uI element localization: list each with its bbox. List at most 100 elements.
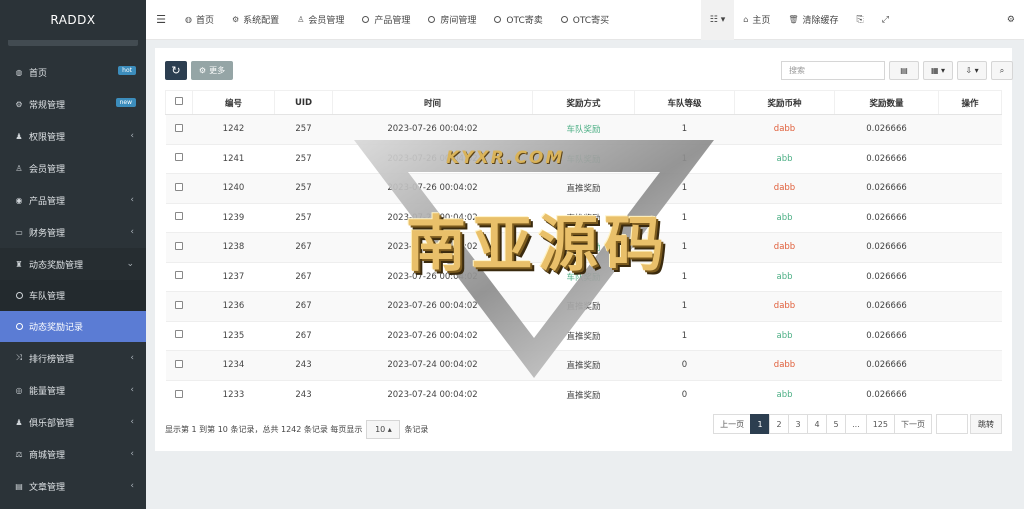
row-checkbox[interactable] (175, 330, 183, 339)
column-header[interactable]: 编号 (192, 90, 275, 115)
sidebar-subitem[interactable]: 动态奖励记录 (0, 311, 146, 342)
top-tab[interactable]: 房间管理 (419, 0, 485, 40)
table-row[interactable]: 1241 257 2023-07-26 00:04:02 车队奖励 1 abb 0.0266… (165, 143, 1002, 174)
cell-coin: dabb (734, 114, 835, 144)
row-checkbox[interactable] (175, 212, 183, 221)
cell-method: 直推奖励 (532, 202, 635, 233)
table-row[interactable]: 1237 267 2023-07-26 00:04:02 车队奖励 1 abb 0.0266… (165, 261, 1002, 292)
sidebar-search[interactable] (8, 40, 138, 46)
chevron-icon: ⌄ (126, 259, 134, 269)
column-header[interactable]: 车队等级 (634, 90, 735, 115)
sidebar-item[interactable]: ♟ 权限管理 ‹ (0, 120, 146, 152)
page-button[interactable]: ... (845, 414, 867, 434)
sidebar-item[interactable]: ⤨ 排行榜管理 ‹ (0, 342, 146, 374)
sidebar: RADDX ◍ 首页 hot ⚙ 常规管理 new ♟ 权限管理 ‹ ♙ 会员管理 ◉ 产品管理 ‹ ▭ 财务… (0, 0, 146, 509)
row-checkbox-cell (165, 114, 193, 144)
select-all-checkbox[interactable] (175, 97, 183, 105)
row-checkbox[interactable] (175, 300, 183, 309)
cell-amount: 0.026666 (834, 143, 939, 174)
column-header[interactable]: 奖励币种 (734, 90, 835, 115)
sidebar-item[interactable]: ▤ 文章管理 ‹ (0, 470, 146, 502)
page-button[interactable]: 4 (807, 414, 828, 434)
sidebar-item[interactable]: ◉ 产品管理 ‹ (0, 184, 146, 216)
column-header[interactable]: 时间 (332, 90, 533, 115)
top-tab[interactable]: 产品管理 (353, 0, 419, 40)
search-button[interactable]: ⌕ (991, 61, 1013, 80)
page-button[interactable]: 1 (750, 414, 771, 434)
sidebar-item[interactable]: ♟ 俱乐部管理 ‹ (0, 406, 146, 438)
cell-actions (938, 173, 1002, 203)
top-tab[interactable]: OTC寄卖 (485, 0, 551, 40)
chevron-icon: ‹ (130, 385, 134, 395)
menu-toggle-icon[interactable]: ☰ (146, 0, 176, 40)
cell-coin: dabb (734, 173, 835, 203)
tab-list-dropdown[interactable]: ☷ ▾ (700, 0, 735, 40)
export-button[interactable]: ⇩ ▾ (957, 61, 987, 80)
row-checkbox[interactable] (175, 182, 183, 191)
table-row[interactable]: 1242 257 2023-07-26 00:04:02 车队奖励 1 dabb 0.026… (165, 114, 1002, 144)
table-row[interactable]: 1238 267 2023-07-26 00:04:02 车队奖励 1 dabb 0.026… (165, 232, 1002, 262)
group-icon: ♟ (15, 417, 23, 427)
refresh-button[interactable]: ↻ (165, 61, 187, 80)
cell-method: 车队奖励 (532, 232, 635, 262)
prev-page-button[interactable]: 上一页 (713, 414, 752, 434)
toggle-view-button[interactable]: ▤ (889, 61, 919, 80)
table-row[interactable]: 1240 257 2023-07-26 00:04:02 直推奖励 1 dabb 0.026… (165, 173, 1002, 203)
sidebar-item[interactable]: ◍ 首页 hot (0, 56, 146, 88)
row-checkbox[interactable] (175, 389, 183, 398)
cell-amount: 0.026666 (834, 261, 939, 292)
sidebar-item[interactable]: ⚙ 常规管理 new (0, 88, 146, 120)
users-icon: ♟ (15, 131, 23, 141)
column-header[interactable]: 奖励方式 (532, 90, 635, 115)
clear-cache-button[interactable]: 🗑 清除缓存 (779, 0, 847, 40)
top-tabs: ◍ 首页 ⚙ 系统配置 ♙ 会员管理 产品管理 房间管理 OTC寄卖 OTC寄买 (176, 0, 618, 40)
page-button[interactable]: 2 (769, 414, 790, 434)
row-checkbox[interactable] (175, 271, 183, 280)
sidebar-item[interactable]: ▭ 财务管理 ‹ (0, 216, 146, 248)
cell-uid: 267 (274, 291, 333, 321)
top-tab[interactable]: ⚙ 系统配置 (223, 0, 288, 40)
more-button[interactable]: ⚙ 更多 (191, 61, 233, 80)
page-button[interactable]: 3 (788, 414, 809, 434)
column-header[interactable]: 奖励数量 (834, 90, 939, 115)
page-button[interactable]: 5 (826, 414, 847, 434)
cell-uid: 257 (274, 114, 333, 144)
sidebar-item[interactable]: ♙ 会员管理 (0, 152, 146, 184)
table-row[interactable]: 1239 257 2023-07-26 00:04:02 直推奖励 1 abb 0.0266… (165, 202, 1002, 233)
goto-page-button[interactable]: 跳转 (970, 414, 1002, 434)
column-header[interactable]: UID (274, 90, 333, 115)
sidebar-item[interactable]: ◎ 能量管理 ‹ (0, 374, 146, 406)
brand-logo[interactable]: RADDX (0, 0, 146, 40)
row-checkbox[interactable] (175, 123, 183, 132)
goto-page-input[interactable] (936, 414, 968, 434)
row-checkbox[interactable] (175, 241, 183, 250)
settings-gear-icon[interactable]: ⚙ (998, 0, 1024, 40)
badge-new: new (115, 98, 136, 107)
home-link[interactable]: ⌂ 主页 (734, 0, 779, 40)
language-icon[interactable]: ⎘ (848, 0, 873, 40)
card-icon: ▭ (15, 227, 23, 237)
top-tab[interactable]: ♙ 会员管理 (288, 0, 353, 40)
row-checkbox[interactable] (175, 359, 183, 368)
cell-coin: abb (734, 320, 835, 351)
sidebar-item[interactable]: ⚖ 商城管理 ‹ (0, 438, 146, 470)
sidebar-item[interactable]: ♜ 动态奖励管理 ⌄ (0, 248, 146, 280)
page-button[interactable]: 125 (865, 414, 895, 434)
row-checkbox[interactable] (175, 153, 183, 162)
cell-id: 1233 (192, 379, 275, 410)
content-panel: ↻ ⚙ 更多 搜索 ▤ ▦ ▾ ⇩ ▾ ⌕ 编号 UID 时间 奖励方式 车队等级 奖励币种… (155, 48, 1013, 451)
next-page-button[interactable]: 下一页 (894, 414, 932, 434)
table-row[interactable]: 1234 243 2023-07-24 00:04:02 直推奖励 0 dabb 0.026… (165, 350, 1002, 380)
table-row[interactable]: 1233 243 2023-07-24 00:04:02 直推奖励 0 abb 0.0266… (165, 379, 1002, 410)
column-header[interactable]: 操作 (938, 90, 1002, 115)
cell-time: 2023-07-26 00:04:02 (332, 114, 533, 144)
top-tab[interactable]: OTC寄买 (552, 0, 618, 40)
page-size-select[interactable]: 10 ▴ (366, 420, 401, 439)
table-row[interactable]: 1236 267 2023-07-26 00:04:02 直推奖励 1 dabb 0.026… (165, 291, 1002, 321)
fullscreen-icon[interactable]: ⤢ (873, 0, 898, 40)
table-row[interactable]: 1235 267 2023-07-26 00:04:02 直推奖励 1 abb 0.0266… (165, 320, 1002, 351)
search-input[interactable]: 搜索 (781, 61, 885, 80)
top-tab[interactable]: ◍ 首页 (176, 0, 223, 40)
sidebar-subitem[interactable]: 车队管理 (0, 280, 146, 311)
columns-button[interactable]: ▦ ▾ (923, 61, 953, 80)
